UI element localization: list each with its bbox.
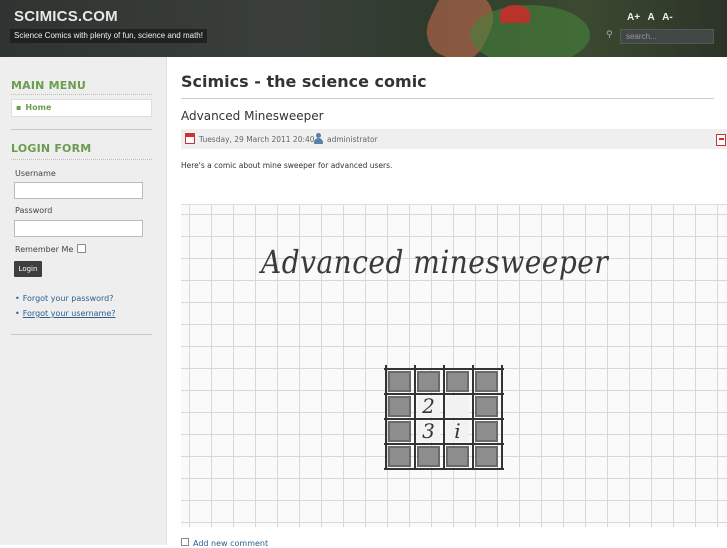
- password-field[interactable]: [14, 220, 143, 237]
- menu-item-home[interactable]: ▪ Home: [11, 99, 152, 117]
- remember-me-label: Remember Me: [15, 245, 74, 254]
- search-input[interactable]: [620, 29, 714, 44]
- font-decrease-button[interactable]: A-: [662, 12, 673, 23]
- font-size-controls: A+ A A-: [627, 12, 678, 23]
- login-button[interactable]: Login: [14, 261, 42, 277]
- covered-cell: [446, 446, 469, 467]
- article-title[interactable]: Advanced Minesweeper: [181, 109, 324, 123]
- covered-cell: [417, 446, 440, 467]
- covered-cell: [475, 396, 498, 417]
- divider: [11, 94, 152, 95]
- grid-line: [443, 365, 445, 469]
- article-intro: Here's a comic about mine sweeper for ad…: [181, 161, 393, 170]
- revealed-cell: [446, 396, 469, 417]
- cell-number: 3: [422, 419, 435, 443]
- grid-line: [385, 365, 387, 469]
- font-increase-button[interactable]: A+: [627, 12, 640, 23]
- bullet-icon: •: [15, 294, 20, 303]
- grid-line: [472, 365, 474, 469]
- covered-cell: [388, 421, 411, 442]
- remember-me-checkbox[interactable]: [77, 244, 86, 253]
- calendar-icon: [185, 133, 195, 144]
- forgot-password-link[interactable]: • Forgot your password?: [15, 294, 114, 303]
- grid-line: [384, 468, 504, 470]
- divider: [11, 159, 152, 160]
- search-icon: ⚲: [606, 30, 613, 40]
- pdf-icon[interactable]: [716, 134, 726, 146]
- covered-cell: [446, 371, 469, 392]
- comic-image: Advanced minesweeper 23i: [181, 204, 727, 527]
- login-form-title: LOGIN FORM: [11, 142, 92, 155]
- covered-cell: [475, 371, 498, 392]
- cell-number: i: [454, 419, 461, 443]
- forgot-username-label: Forgot your username?: [22, 309, 116, 318]
- covered-cell: [388, 446, 411, 467]
- add-comment-label: Add new comment: [193, 539, 269, 548]
- user-icon: [313, 133, 324, 144]
- add-comment-link[interactable]: Add new comment: [181, 538, 268, 548]
- header-decoration-frog: [470, 5, 590, 57]
- sidebar: MAIN MENU ▪ Home LOGIN FORM Username Pass…: [0, 57, 167, 545]
- grid-line: [384, 443, 504, 445]
- covered-cell: [475, 446, 498, 467]
- grid-line: [501, 365, 503, 469]
- menu-item-label: Home: [25, 103, 52, 112]
- covered-cell: [417, 371, 440, 392]
- forgot-password-label: Forgot your password?: [22, 294, 114, 303]
- divider: [181, 98, 714, 99]
- article-author: administrator: [327, 135, 378, 144]
- covered-cell: [475, 421, 498, 442]
- site-tagline: Science Comics with plenty of fun, scien…: [10, 29, 207, 43]
- forgot-username-link[interactable]: • Forgot your username?: [15, 309, 116, 318]
- covered-cell: [388, 396, 411, 417]
- article-meta-bar: Tuesday, 29 March 2011 20:40 administrat…: [181, 129, 727, 149]
- cell-number: 2: [422, 394, 435, 418]
- username-label: Username: [15, 169, 56, 178]
- username-field[interactable]: [14, 182, 143, 199]
- main-menu-title: MAIN MENU: [11, 79, 86, 92]
- minesweeper-grid: 23i: [384, 365, 506, 474]
- main-content: Scimics - the science comic Advanced Min…: [167, 57, 727, 548]
- password-label: Password: [15, 206, 53, 215]
- header-decoration-hat: [500, 5, 530, 23]
- comic-heading: Advanced minesweeper: [261, 243, 609, 281]
- divider: [11, 334, 152, 335]
- bullet-icon: ▪: [16, 103, 22, 112]
- grid-line: [414, 365, 416, 469]
- divider: [11, 129, 152, 130]
- site-title[interactable]: SCIMICS.COM: [14, 8, 118, 25]
- article-date: Tuesday, 29 March 2011 20:40: [199, 135, 315, 144]
- site-header: SCIMICS.COM Science Comics with plenty o…: [0, 0, 727, 57]
- bullet-icon: •: [15, 309, 20, 318]
- covered-cell: [388, 371, 411, 392]
- font-reset-button[interactable]: A: [647, 12, 654, 23]
- page-title: Scimics - the science comic: [181, 72, 427, 91]
